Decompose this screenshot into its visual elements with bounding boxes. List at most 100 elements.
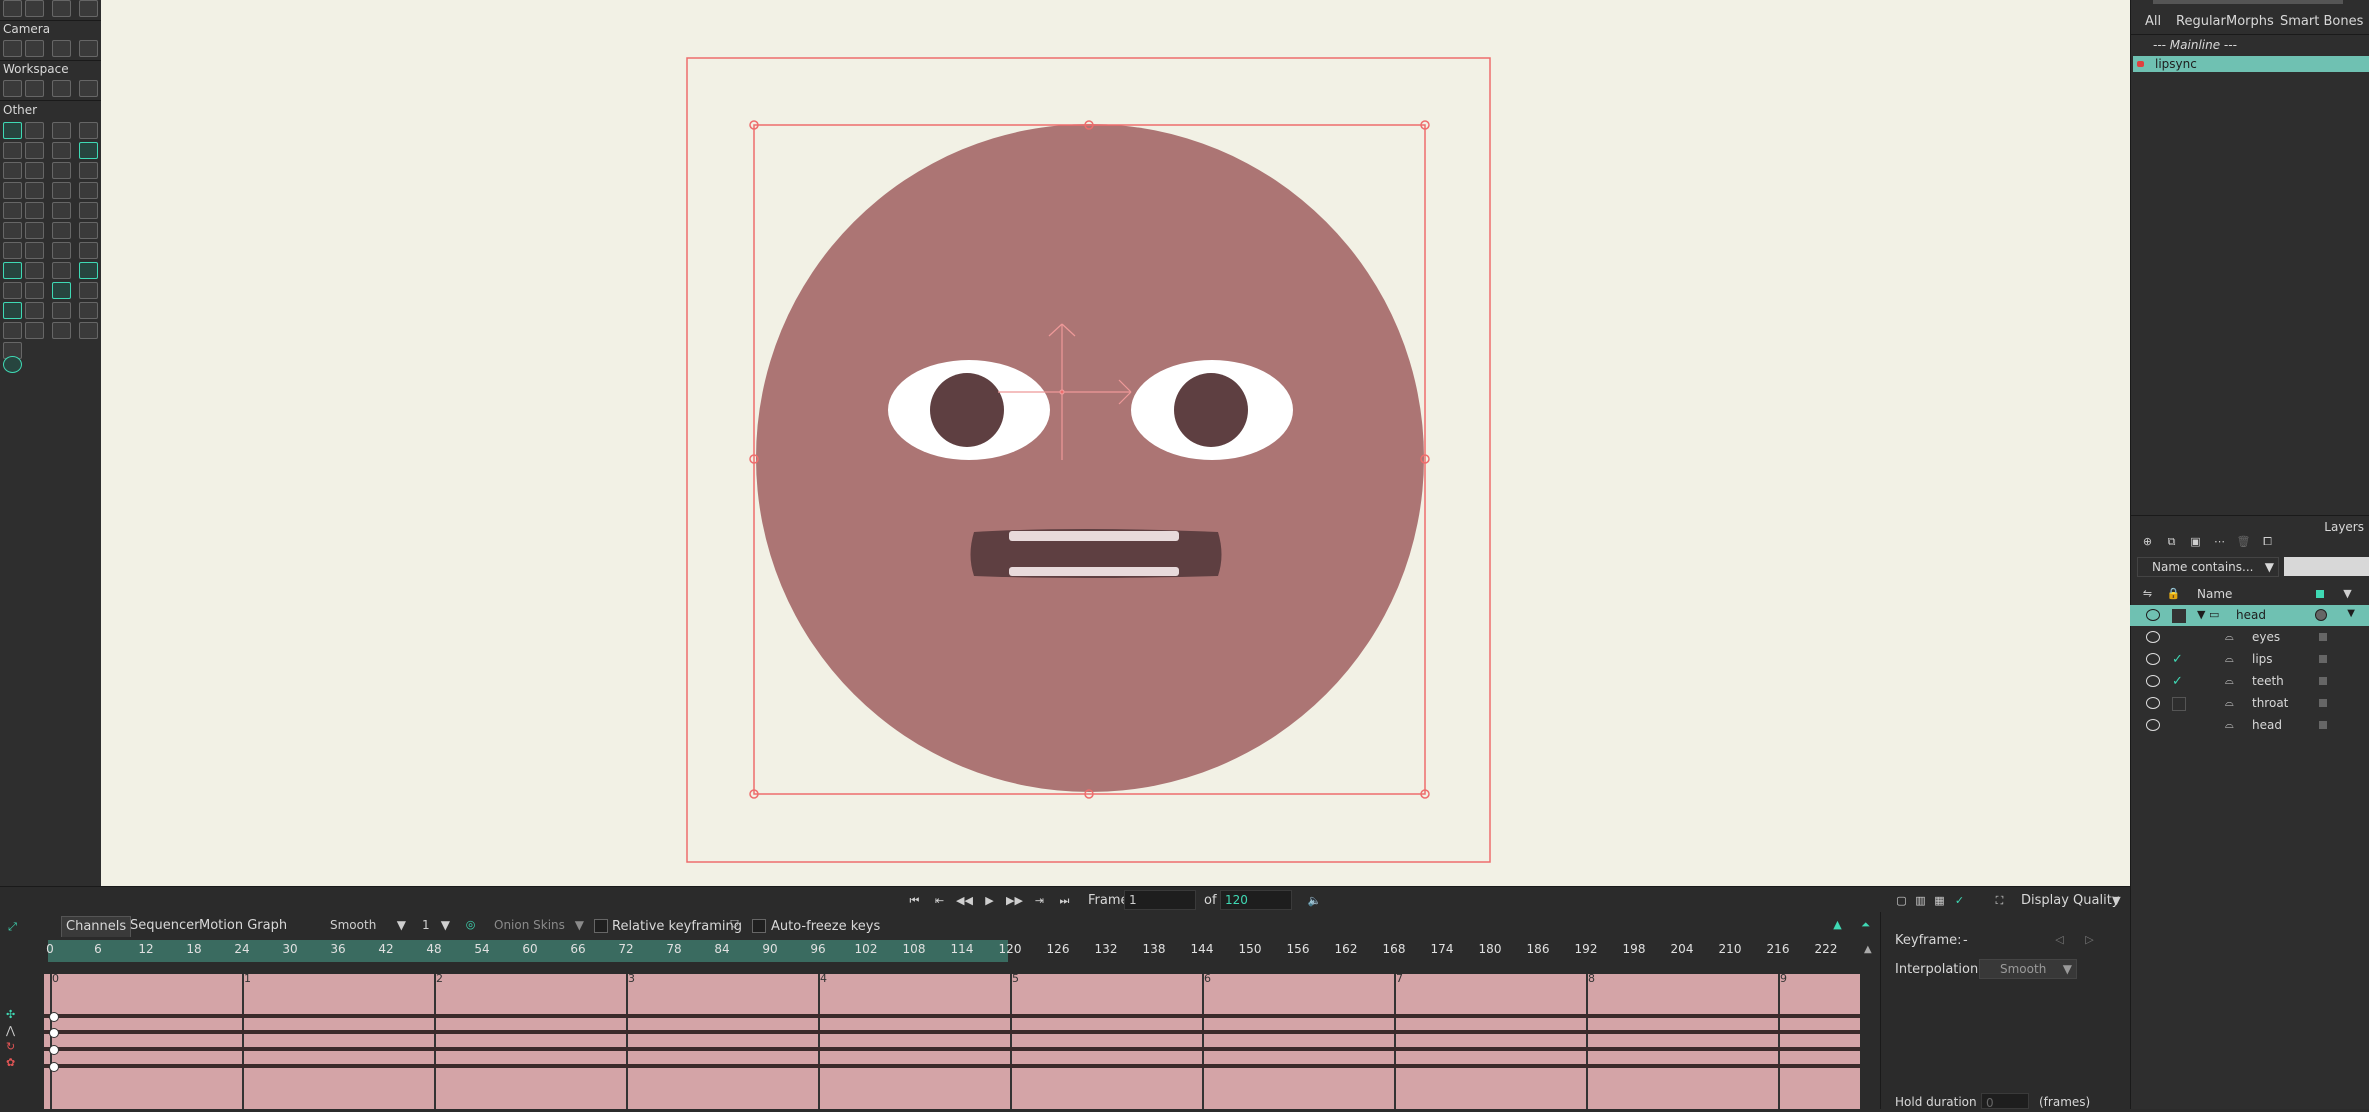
tool-icon[interactable] bbox=[3, 302, 22, 319]
freeze-icon[interactable]: ⛉ bbox=[726, 917, 743, 932]
group-layer-icon[interactable]: ▣ bbox=[2187, 534, 2204, 549]
tool-icon[interactable] bbox=[52, 202, 71, 219]
interpolation-dropdown[interactable]: Smooth ▼ bbox=[326, 916, 408, 936]
tool-icon[interactable] bbox=[25, 242, 44, 259]
duplicate-layer-icon[interactable]: ⧉ bbox=[2163, 534, 2180, 549]
action-row-lipsync[interactable]: lipsync bbox=[2133, 56, 2369, 72]
forward-end-icon[interactable]: ⏭ bbox=[1056, 893, 1073, 908]
view-split-icon[interactable]: ▥ bbox=[1912, 893, 1929, 908]
prev-keyframe-icon[interactable]: ⇤ bbox=[931, 893, 948, 908]
layer-checkbox[interactable] bbox=[2172, 697, 2186, 711]
prev-key-icon[interactable]: ◁ bbox=[2051, 932, 2068, 947]
rotate-workspace-icon[interactable] bbox=[52, 80, 71, 97]
tool-icon[interactable] bbox=[3, 122, 22, 139]
display-quality-label[interactable]: Display Quality bbox=[2021, 893, 2120, 908]
zoom-tool-icon[interactable] bbox=[25, 80, 44, 97]
scroll-up-icon[interactable]: ▲ bbox=[1864, 944, 1872, 955]
camera-zoom-icon[interactable] bbox=[25, 40, 44, 57]
tool-icon[interactable] bbox=[52, 262, 71, 279]
eye-icon[interactable] bbox=[2146, 653, 2160, 665]
tool-icon[interactable] bbox=[3, 222, 22, 239]
eye-icon[interactable] bbox=[2146, 719, 2160, 731]
onion-toggle-icon[interactable]: ◎ bbox=[462, 917, 479, 932]
layer-row-eyes[interactable]: ⌓ eyes bbox=[2130, 627, 2369, 648]
tab-regular[interactable]: Regular bbox=[2176, 14, 2226, 29]
view-quad-icon[interactable]: ▦ bbox=[1931, 893, 1948, 908]
keyframe-marker[interactable] bbox=[49, 1045, 59, 1055]
tool-icon[interactable] bbox=[52, 142, 71, 159]
tab-sequencer[interactable]: Sequencer bbox=[126, 916, 203, 936]
tool-icon[interactable] bbox=[79, 262, 98, 279]
eye-icon[interactable] bbox=[2146, 697, 2160, 709]
lower-teeth[interactable] bbox=[1009, 567, 1179, 576]
layer-checkbox[interactable] bbox=[2172, 719, 2186, 733]
checkmark-icon[interactable]: ✓ bbox=[1951, 893, 1968, 908]
tool-icon[interactable] bbox=[52, 162, 71, 179]
track-row[interactable] bbox=[44, 1064, 1860, 1068]
layer-row-head[interactable]: ▼ ▭ head ▼ bbox=[2130, 605, 2369, 626]
tool-icon[interactable] bbox=[52, 122, 71, 139]
tool-icon[interactable] bbox=[79, 182, 98, 199]
canvas[interactable] bbox=[101, 0, 2130, 886]
tool-icon[interactable] bbox=[3, 242, 22, 259]
layer-checkbox[interactable] bbox=[2172, 609, 2186, 623]
tool-icon[interactable] bbox=[52, 302, 71, 319]
tool-icon[interactable] bbox=[3, 322, 22, 339]
zoom-out-timeline-icon[interactable]: ⏶ bbox=[1857, 917, 1874, 932]
tab-channels[interactable]: Channels bbox=[61, 916, 132, 937]
tool-icon[interactable] bbox=[52, 322, 71, 339]
more-options-icon[interactable]: ⋯ bbox=[2211, 534, 2228, 549]
keyframe-marker[interactable] bbox=[49, 1012, 59, 1022]
step-forward-icon[interactable]: ▶▶ bbox=[1006, 893, 1023, 908]
tool-icon[interactable] bbox=[79, 162, 98, 179]
layer-row-lips[interactable]: ✓ ⌓ lips bbox=[2130, 649, 2369, 670]
eye-icon[interactable] bbox=[2146, 631, 2160, 643]
eye-icon[interactable] bbox=[2146, 675, 2160, 687]
tool-icon[interactable] bbox=[3, 262, 22, 279]
keyframe-tracks[interactable]: 0 1 2 3 4 5 6 7 8 9 bbox=[44, 974, 1860, 1109]
tool-icon[interactable] bbox=[79, 122, 98, 139]
right-pupil[interactable] bbox=[1174, 373, 1248, 447]
tool-icon[interactable] bbox=[25, 262, 44, 279]
layer-color-swatch[interactable] bbox=[2319, 721, 2327, 729]
track-row[interactable] bbox=[44, 1014, 1860, 1018]
tool-icon[interactable] bbox=[3, 162, 22, 179]
chevron-down-icon[interactable]: ▼ bbox=[2347, 608, 2355, 619]
tool-icon[interactable] bbox=[25, 142, 44, 159]
tool-icon[interactable] bbox=[25, 222, 44, 239]
tab-morphs[interactable]: Morphs bbox=[2226, 14, 2274, 29]
tool-icon[interactable] bbox=[25, 322, 44, 339]
panel-resize-handle[interactable] bbox=[2153, 0, 2343, 4]
chevron-down-icon[interactable]: ▼ bbox=[2339, 586, 2356, 601]
tool-icon[interactable] bbox=[79, 242, 98, 259]
frame-input[interactable]: 1 bbox=[1124, 890, 1196, 910]
tool-icon[interactable] bbox=[25, 122, 44, 139]
rotate-channel-icon[interactable]: ↻ bbox=[6, 1040, 15, 1053]
upper-teeth[interactable] bbox=[1009, 531, 1179, 541]
layer-search-input[interactable] bbox=[2284, 557, 2369, 576]
tool-icon[interactable] bbox=[3, 182, 22, 199]
play-icon[interactable]: ▶ bbox=[981, 893, 998, 908]
layer-settings-icon[interactable]: ⧠ bbox=[2259, 534, 2276, 549]
tool-icon[interactable] bbox=[25, 302, 44, 319]
track-row[interactable] bbox=[44, 1047, 1860, 1051]
key-interpolation-dropdown[interactable]: Smooth ▼ bbox=[1979, 959, 2077, 979]
tab-motion-graph[interactable]: Motion Graph bbox=[195, 916, 291, 936]
compass-tool-icon[interactable] bbox=[3, 356, 22, 373]
new-layer-icon[interactable]: ⊕ bbox=[2139, 534, 2156, 549]
tool-icon[interactable] bbox=[52, 182, 71, 199]
timeline-ruler[interactable]: 0 6 12 18 24 30 36 42 48 54 60 66 72 78 84 90 96 102 108 11… bbox=[44, 940, 1880, 962]
add-point-tool-icon[interactable] bbox=[25, 0, 44, 17]
auto-freeze-checkbox[interactable] bbox=[752, 919, 766, 933]
tab-all[interactable]: All bbox=[2145, 14, 2161, 29]
fullscreen-icon[interactable]: ⛶ bbox=[1991, 893, 2008, 908]
camera-roll-icon[interactable] bbox=[52, 40, 71, 57]
layer-color-swatch[interactable] bbox=[2315, 609, 2327, 621]
shape-channel-icon[interactable]: ✿ bbox=[6, 1056, 15, 1069]
face-shape[interactable] bbox=[756, 124, 1424, 792]
keyframe-marker[interactable] bbox=[49, 1028, 59, 1038]
tool-icon[interactable] bbox=[52, 222, 71, 239]
layer-color-swatch[interactable] bbox=[2319, 677, 2327, 685]
next-key-icon[interactable]: ▷ bbox=[2081, 932, 2098, 947]
layer-color-swatch[interactable] bbox=[2319, 655, 2327, 663]
